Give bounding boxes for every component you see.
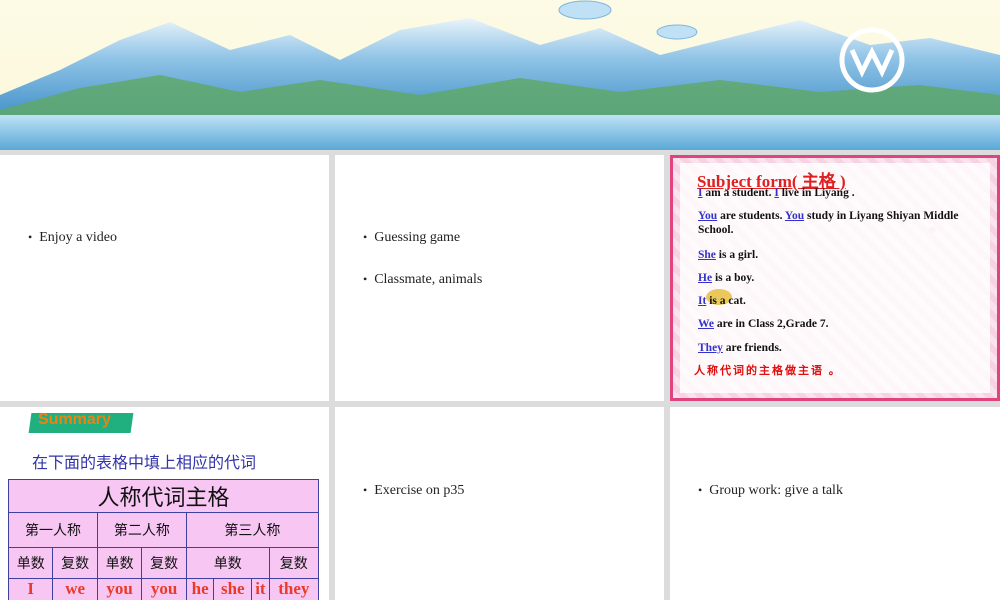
bullet-item: • Group work: give a talk [698, 483, 843, 499]
table-cell: you [96, 578, 143, 600]
instruction-text: 在下面的表格中填上相应的代词 [32, 453, 257, 472]
mountain-lake-illustration [0, 0, 1000, 150]
example-sentence: We are in Class 2,Grade 7. [698, 318, 829, 330]
bullet-item: • Guessing game [363, 230, 460, 246]
bullet-text: Classmate, animals [374, 272, 483, 287]
table-cell: you [141, 578, 187, 600]
example-sentence: He is a boy. [698, 272, 755, 284]
table-cell: I [7, 578, 54, 600]
table-cell: they [268, 578, 320, 600]
bullet-text: Exercise on p35 [374, 483, 465, 498]
example-sentence: They are friends. [698, 342, 782, 354]
table-subheader: 单数 [7, 547, 54, 579]
bullet-dot-icon: • [28, 230, 33, 244]
example-sentence: You are students. You study in Liyang Sh… [698, 210, 959, 236]
table-subheader: 复数 [52, 547, 98, 579]
header-banner [0, 0, 1000, 150]
table-cell: it [251, 578, 270, 600]
slide-thumbnail-6[interactable]: • Group work: give a talk [670, 407, 1000, 600]
slide-thumbnail-5[interactable]: • Exercise on p35 [335, 407, 664, 600]
table-title: 人称代词主格 [8, 479, 319, 513]
example-sentence: She is a girl. [698, 249, 759, 261]
bullet-dot-icon: • [363, 230, 368, 244]
bullet-text: Group work: give a talk [709, 483, 843, 498]
bullet-dot-icon: • [363, 272, 368, 286]
example-sentence: It is a cat. [698, 295, 746, 307]
grammar-note: 人称代词的主格做主语 。 [694, 365, 842, 377]
bullet-dot-icon: • [698, 483, 703, 497]
table-cell: we [52, 578, 98, 600]
pronoun-table: 人称代词主格 第一人称 第二人称 第三人称 单数 复数 单数 复数 单数 复数 … [7, 479, 320, 600]
table-cell: he [185, 578, 215, 600]
table-group-header: 第二人称 [96, 512, 187, 548]
table-subheader: 单数 [185, 547, 270, 579]
bullet-dot-icon: • [363, 483, 368, 497]
table-subheader: 复数 [268, 547, 320, 579]
slide-thumbnail-2[interactable]: • Guessing game • Classmate, animals [335, 155, 664, 401]
slide-thumbnail-4[interactable]: Summary 在下面的表格中填上相应的代词 人称代词主格 第一人称 第二人称 … [0, 407, 329, 600]
example-sentence: I am a student. I live in Liyang . [698, 187, 855, 199]
table-group-header: 第三人称 [185, 512, 320, 548]
bullet-item: • Enjoy a video [28, 230, 117, 246]
table-subheader: 复数 [141, 547, 187, 579]
bullet-item: • Exercise on p35 [363, 483, 464, 499]
slide-thumbnail-3[interactable]: Subject form( 主格 ) I am a student. I liv… [670, 155, 1000, 401]
table-subheader: 单数 [96, 547, 143, 579]
bullet-text: Enjoy a video [39, 230, 117, 245]
summary-badge: Summary [38, 411, 111, 428]
table-group-header: 第一人称 [8, 512, 98, 548]
slide-thumbnail-1[interactable]: • Enjoy a video [0, 155, 329, 401]
bullet-text: Guessing game [374, 230, 461, 245]
table-cell: she [213, 578, 253, 600]
bullet-item: • Classmate, animals [363, 272, 482, 288]
